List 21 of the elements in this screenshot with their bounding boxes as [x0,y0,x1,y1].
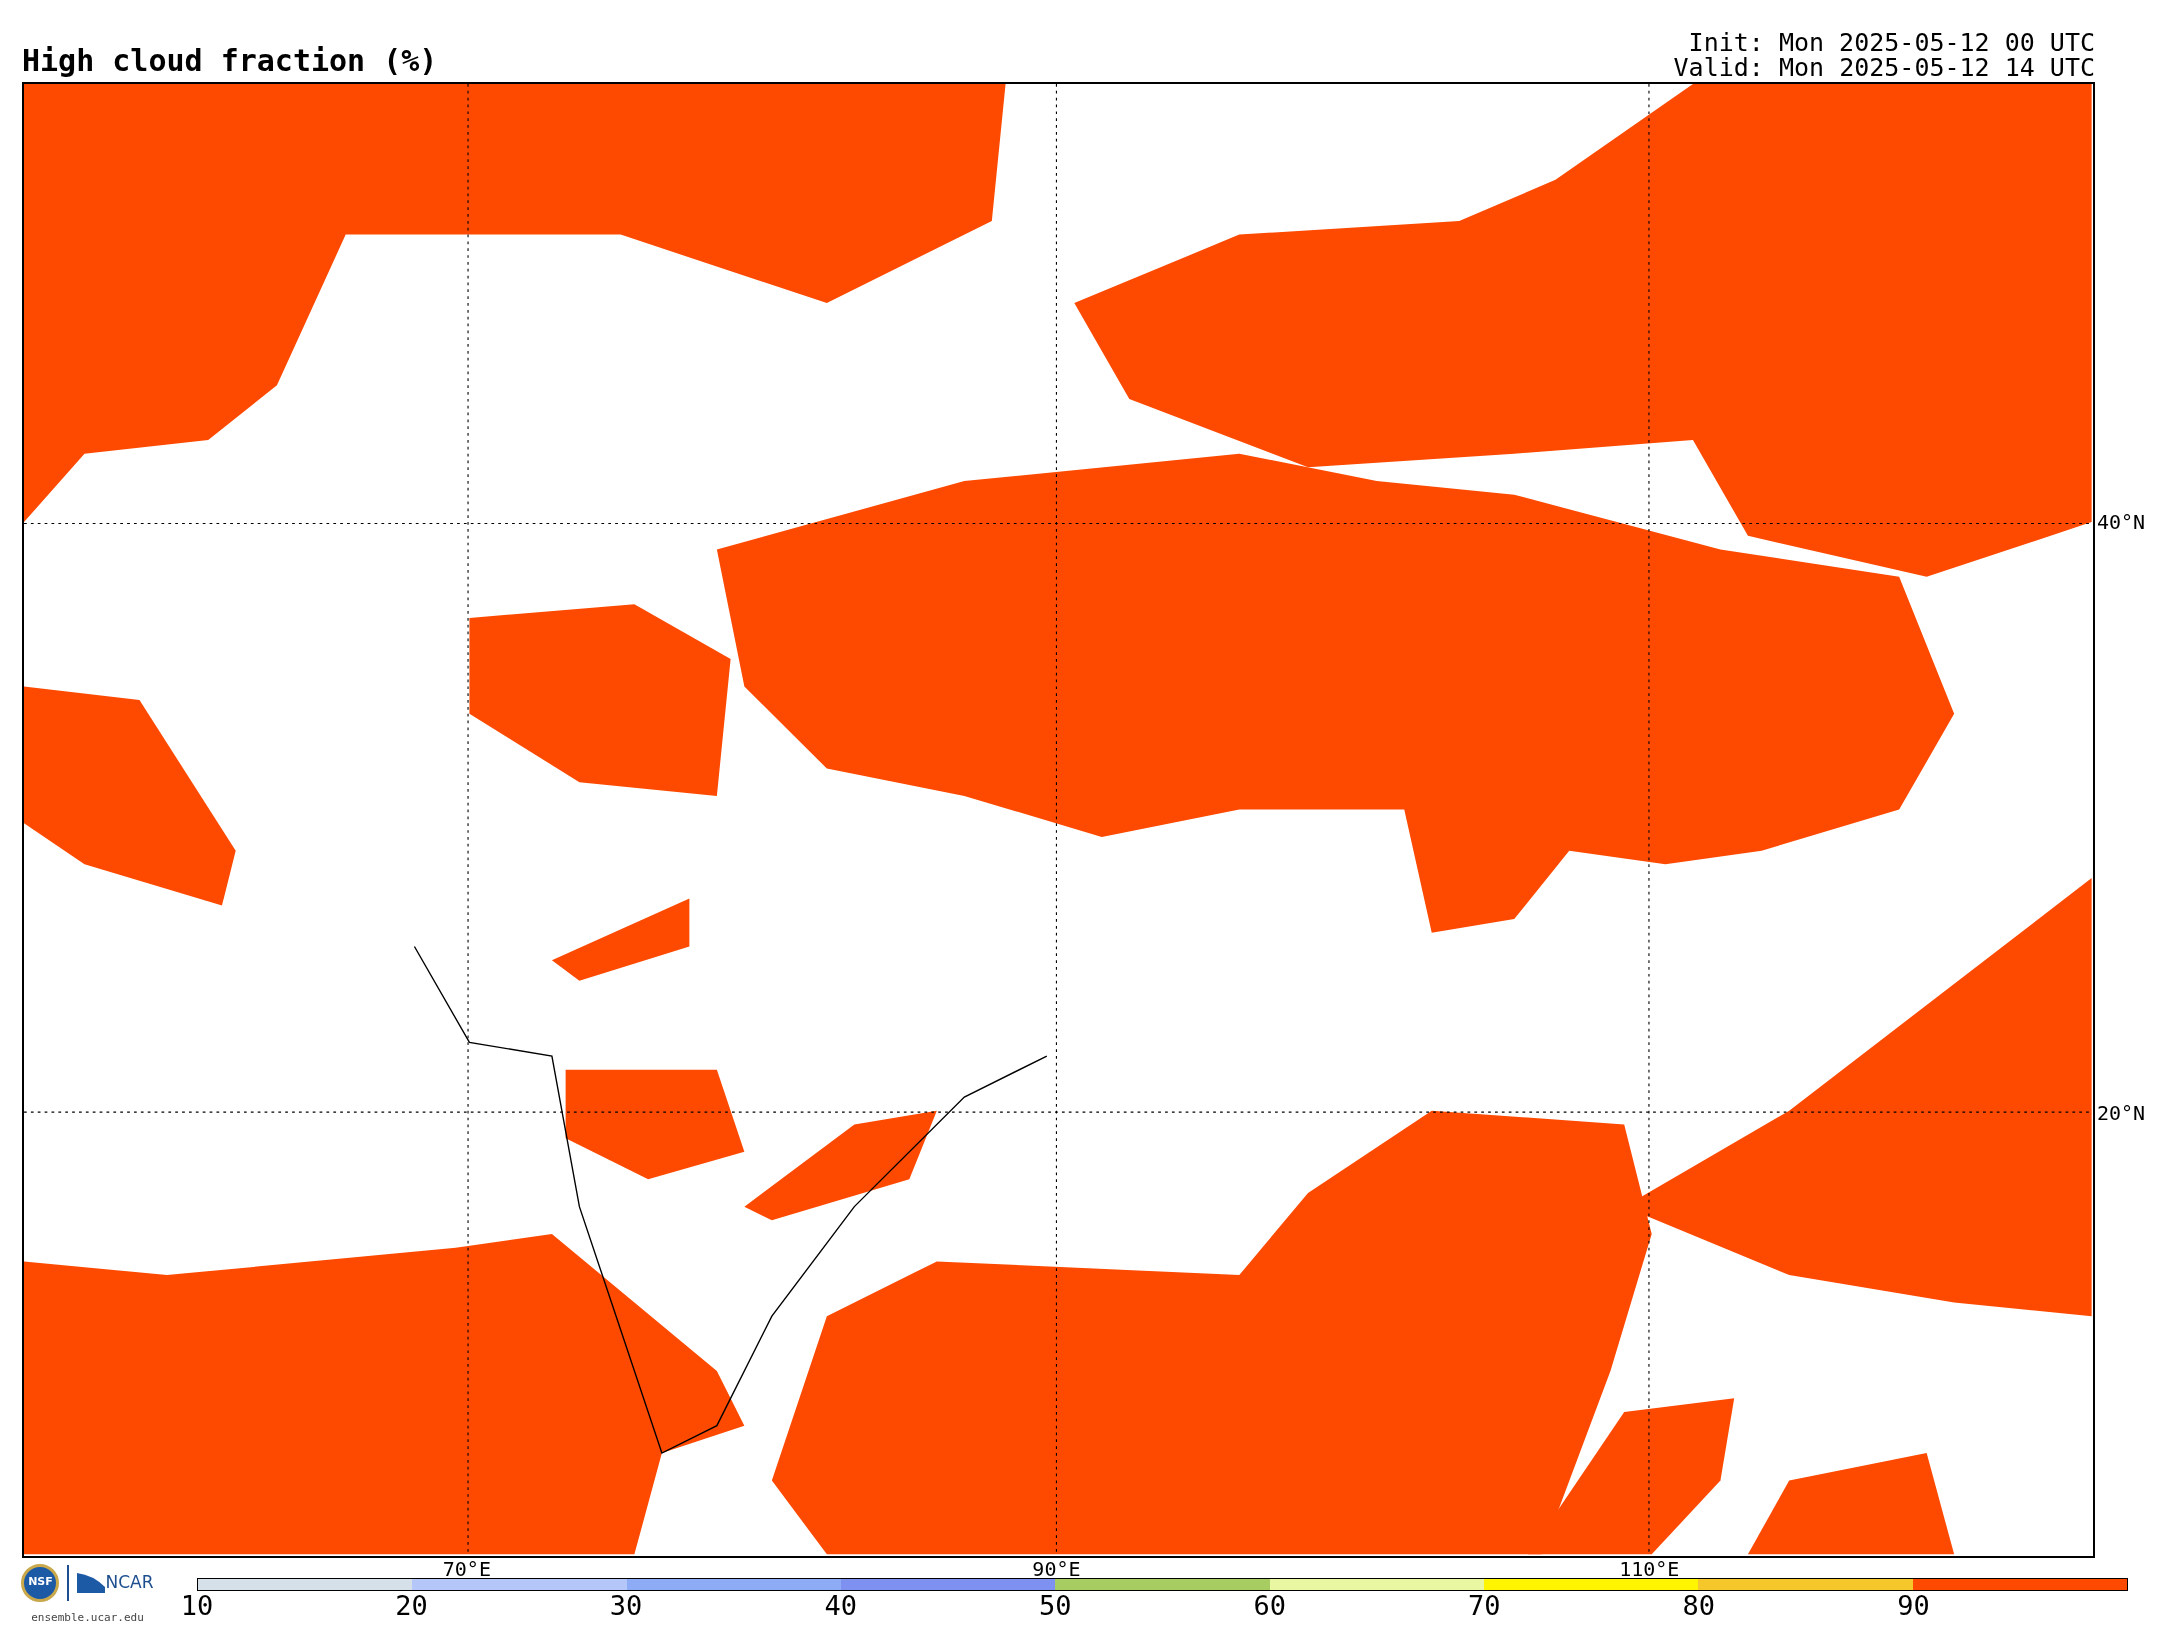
swoosh-icon [77,1572,106,1593]
tick-label: 70 [1468,1590,1501,1621]
chart-title: High cloud fraction (%) [22,45,438,76]
website-url: ensemble.ucar.edu [31,1609,144,1626]
longitude-label: 90°E [1032,1557,1081,1580]
tick-label: 20 [395,1590,428,1621]
longitude-label: 70°E [442,1557,491,1580]
tick-label: 50 [1038,1590,1072,1621]
nsf-logo: NSF [21,1563,60,1602]
tick-label: 80 [1682,1590,1716,1621]
tick-label: 30 [609,1590,643,1621]
tick-label: 60 [1253,1590,1286,1621]
init-time: Init: Mon 2025-05-12 00 UTC [1688,29,2095,55]
longitude-label: 110°E [1619,1557,1680,1580]
ncar-logo: NCAR [77,1572,154,1593]
tick-label: 40 [824,1590,857,1621]
tick-label: 90 [1897,1590,1930,1621]
latitude-label: 40°N [2097,511,2146,534]
latitude-label: 20°N [2097,1101,2146,1124]
tick-label: 10 [180,1590,214,1621]
valid-time: Valid: Mon 2025-05-12 14 UTC [1673,54,2095,80]
